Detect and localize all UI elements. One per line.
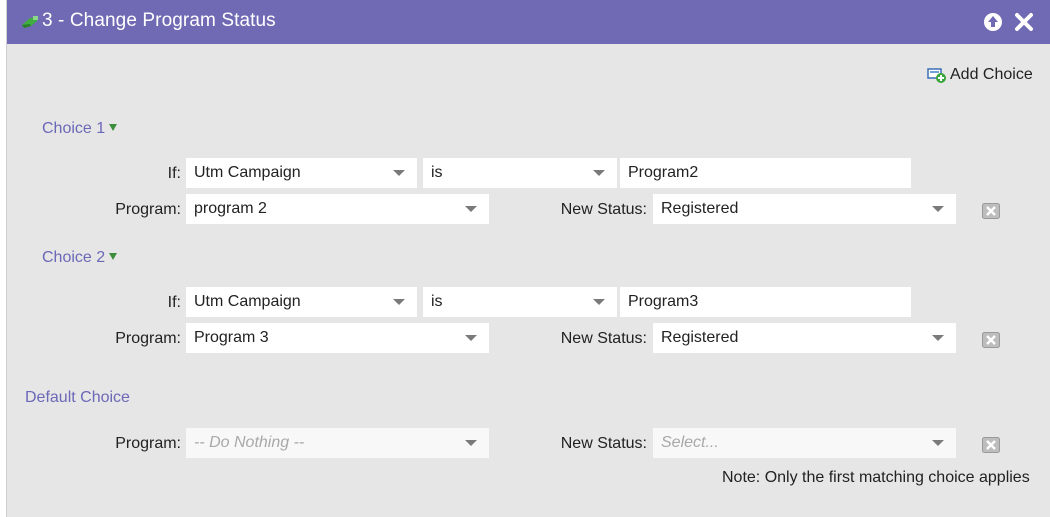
program-label: Program: [115,201,181,218]
chevron-down-icon [465,335,477,341]
change-program-status-dialog: 3 - Change Program Status Add Choice Cho… [6,0,1050,517]
default-status-select[interactable]: Select... [653,428,956,458]
select-value: Utm Campaign [194,164,301,181]
choice-2-value-input[interactable]: Program3 [620,287,911,317]
expand-caret-icon[interactable] [109,124,118,131]
choice-2-heading[interactable]: Choice 2 [42,249,118,267]
chevron-down-icon [593,299,605,305]
select-value: Program 3 [194,329,269,346]
close-icon[interactable] [1013,11,1035,33]
default-choice-heading: Default Choice [25,389,130,406]
select-value: is [431,164,443,181]
chevron-down-icon [932,335,944,341]
if-label: If: [167,165,181,182]
select-value: is [431,293,443,310]
dialog-title: 3 - Change Program Status [42,10,276,31]
chevron-down-icon [932,440,944,446]
flow-step-icon [22,16,38,28]
chevron-down-icon [393,170,405,176]
matching-note: Note: Only the first matching choice app… [722,469,1030,486]
add-choice-button[interactable]: Add Choice [927,64,1042,86]
delete-choice-1-icon[interactable] [982,203,1000,219]
chevron-down-icon [932,206,944,212]
chevron-down-icon [465,206,477,212]
add-choice-icon [927,68,946,83]
program-label: Program: [115,435,181,452]
select-value: Registered [661,200,739,217]
choice-2-status-select[interactable]: Registered [653,323,956,353]
default-program-select[interactable]: -- Do Nothing -- [186,428,489,458]
input-value: Program3 [628,293,699,310]
choice-2-title: Choice 2 [42,249,106,266]
input-value: Program2 [628,164,699,181]
add-choice-label: Add Choice [950,66,1033,83]
chevron-down-icon [465,440,477,446]
delete-default-choice-icon[interactable] [982,437,1000,453]
choice-1-value-input[interactable]: Program2 [620,158,911,188]
collapse-up-icon[interactable] [982,11,1004,33]
if-label: If: [167,294,181,311]
chevron-down-icon [593,170,605,176]
choice-2-operator-select[interactable]: is [423,287,617,317]
chevron-down-icon [393,299,405,305]
new-status-label: New Status: [560,435,647,452]
choice-2-attribute-select[interactable]: Utm Campaign [186,287,417,317]
dialog-titlebar: 3 - Change Program Status [7,0,1050,44]
choice-1-heading[interactable]: Choice 1 [42,120,118,138]
new-status-label: New Status: [560,330,647,347]
choice-2-program-select[interactable]: Program 3 [186,323,489,353]
select-value: program 2 [194,200,267,217]
choice-1-operator-select[interactable]: is [423,158,617,188]
choice-1-title: Choice 1 [42,120,106,137]
new-status-label: New Status: [560,201,647,218]
select-value: Utm Campaign [194,293,301,310]
select-value: Registered [661,329,739,346]
delete-choice-2-icon[interactable] [982,332,1000,348]
choice-1-program-select[interactable]: program 2 [186,194,489,224]
select-placeholder: -- Do Nothing -- [194,434,305,451]
choice-1-status-select[interactable]: Registered [653,194,956,224]
select-placeholder: Select... [661,434,719,451]
expand-caret-icon[interactable] [109,253,118,260]
choice-1-attribute-select[interactable]: Utm Campaign [186,158,417,188]
program-label: Program: [115,330,181,347]
